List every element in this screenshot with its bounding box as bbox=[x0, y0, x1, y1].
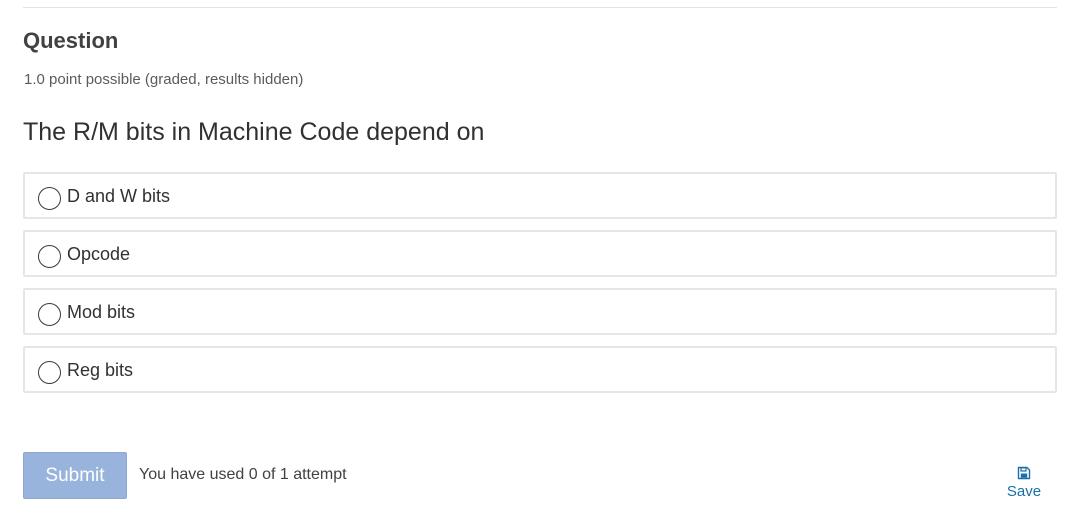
choice-label: D and W bits bbox=[67, 186, 171, 206]
choice-label: Reg bits bbox=[67, 360, 134, 380]
save-label: Save bbox=[1006, 483, 1042, 500]
points-info: 1.0 point possible (graded, results hidd… bbox=[24, 71, 304, 88]
question-prompt: The R/M bits in Machine Code depend on bbox=[23, 118, 485, 146]
radio-button[interactable] bbox=[38, 303, 61, 326]
save-button[interactable]: Save bbox=[996, 466, 1052, 501]
choice-option-reg-bits[interactable]: Reg bits bbox=[23, 346, 1057, 393]
problem-title: Question bbox=[23, 28, 119, 53]
problem-page: Question 1.0 point possible (graded, res… bbox=[0, 0, 1080, 526]
attempts-status: You have used 0 of 1 attempt bbox=[139, 466, 347, 483]
radio-button[interactable] bbox=[38, 187, 61, 210]
choice-label: Mod bits bbox=[67, 302, 136, 322]
choice-list: D and W bits Opcode Mod bits Reg bits bbox=[23, 172, 1057, 404]
save-icon bbox=[1017, 466, 1031, 480]
radio-button[interactable] bbox=[38, 245, 61, 268]
radio-button[interactable] bbox=[38, 361, 61, 384]
choice-option-d-and-w-bits[interactable]: D and W bits bbox=[23, 172, 1057, 219]
choice-option-opcode[interactable]: Opcode bbox=[23, 230, 1057, 277]
choice-label: Opcode bbox=[67, 244, 131, 264]
choice-option-mod-bits[interactable]: Mod bits bbox=[23, 288, 1057, 335]
top-divider bbox=[23, 7, 1057, 8]
submit-button[interactable]: Submit bbox=[23, 452, 127, 499]
